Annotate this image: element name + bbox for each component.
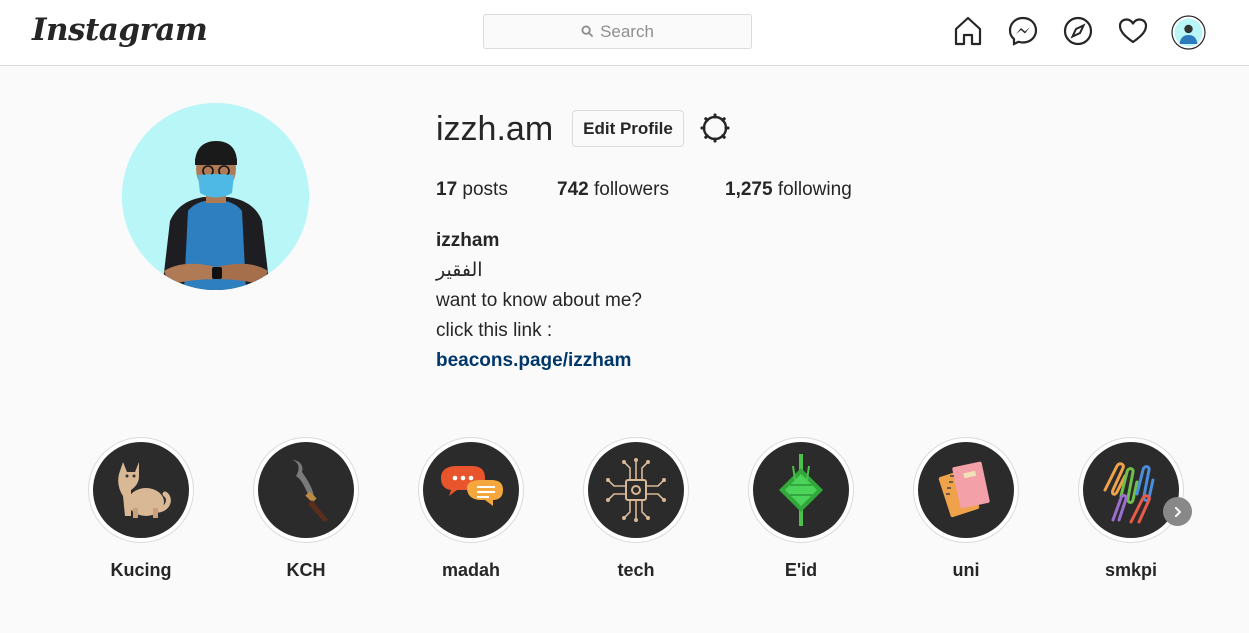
story-highlight[interactable]: tech [583,437,689,581]
highlight-ring [913,437,1019,543]
highlight-ring [748,437,854,543]
highlight-label: E'id [784,560,818,580]
highlight-label: uni [952,560,980,580]
following-number: 1,275 [725,179,773,200]
explore-icon[interactable] [1062,15,1094,47]
story-highlight[interactable]: Kucing [88,437,194,581]
highlight-label: tech [617,560,655,580]
profile-username: izzh.am [436,110,554,148]
highlight-label: Kucing [110,560,172,580]
highlight-ring [418,437,524,543]
story-highlight[interactable]: madah [418,437,524,581]
search-icon [581,25,594,38]
search-input[interactable]: Search [483,14,752,49]
chat-bubbles-icon [423,442,519,538]
profile-avatar[interactable] [1171,15,1206,50]
followers-link[interactable]: 742 followers [557,179,669,201]
following-label: following [777,179,852,200]
notebooks-icon [918,442,1014,538]
search-placeholder: Search [600,21,654,41]
bio-arabic-line: الفقير [436,260,483,281]
posts-label: posts [462,179,508,200]
circuit-icon [588,442,684,538]
story-highlight[interactable]: KCH [253,437,359,581]
messenger-icon[interactable] [1007,15,1039,47]
bio-line: click this link : [436,320,553,341]
bio-full-name: izzham [436,230,500,251]
highlight-ring [1078,437,1184,543]
highlights-next-button[interactable] [1163,497,1192,526]
highlight-ring [253,437,359,543]
knife-icon [258,442,354,538]
chevron-right-icon [1174,506,1181,517]
profile-picture[interactable] [122,103,309,290]
highlight-label: madah [441,560,501,580]
story-highlight[interactable]: E'id [748,437,854,581]
posts-count: 17 posts [436,179,508,201]
paperclips-icon [1083,442,1179,538]
bio-line: want to know about me? [436,290,642,311]
edit-profile-button[interactable]: Edit Profile [572,110,684,147]
home-icon[interactable] [952,15,984,47]
settings-gear-icon[interactable] [699,112,731,149]
followers-number: 742 [557,179,589,200]
bio-website-link[interactable]: beacons.page/izzham [436,350,631,372]
activity-heart-icon[interactable] [1117,15,1149,47]
story-highlight[interactable]: uni [913,437,1019,581]
highlight-label: smkpi [1104,560,1158,580]
instagram-logo[interactable]: Instagram [32,12,208,48]
following-link[interactable]: 1,275 following [725,179,852,201]
highlight-ring [583,437,689,543]
highlight-ring [88,437,194,543]
posts-number: 17 [436,179,458,200]
ketupat-icon [753,442,849,538]
cat-icon [93,442,189,538]
followers-label: followers [593,179,669,200]
top-navigation-bar: Instagram Search [0,0,1249,66]
highlight-label: KCH [286,560,326,580]
